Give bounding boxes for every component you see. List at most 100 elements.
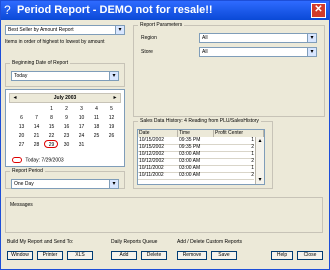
sales-history-table[interactable]: Date Time Profit Center 10/15/2002 09:35 … <box>137 129 265 185</box>
region-label: Region <box>141 35 157 41</box>
chevron-down-icon: ▾ <box>307 34 316 42</box>
cell-time: 03:00 AM <box>179 165 201 171</box>
calendar-day[interactable]: 9 <box>59 115 74 122</box>
messages-panel: Messages <box>5 197 323 233</box>
cell-date: 10/11/2002 <box>139 165 164 171</box>
calendar-day[interactable]: 14 <box>29 124 44 131</box>
cell-time: 09:35 PM <box>179 144 201 150</box>
calendar-day[interactable]: 3 <box>74 106 89 113</box>
daily-queue-label: Daily Reports Queue <box>111 239 158 245</box>
sales-history-label: Sales Data History: 4 Reading from PLU/S… <box>138 118 261 124</box>
table-scrollbar[interactable]: ▴ ▾ <box>255 137 264 184</box>
app-icon: ? <box>4 3 11 17</box>
title-bar[interactable]: ? Period Report - DEMO not for resale!! … <box>1 1 329 20</box>
build-send-label: Build My Report and Send To: <box>7 239 74 245</box>
col-profit-center[interactable]: Profit Center <box>214 130 264 137</box>
calendar-day[interactable]: 15 <box>44 124 59 131</box>
calendar-day <box>89 142 104 149</box>
calendar-day[interactable]: 21 <box>29 133 44 140</box>
xls-button[interactable]: XLS <box>67 251 93 260</box>
calendar-header: ◂ July 2003 ▸ <box>9 93 121 103</box>
cell-profit-center: 2 <box>251 172 254 178</box>
store-label: Store <box>141 49 153 55</box>
calendar-grid: 1 2 3 4 5 6 7 8 9 10 11 12 13 14 15 16 17 18 19 20 21 22 23 24 2… <box>14 106 119 158</box>
scroll-up-icon[interactable]: ▴ <box>256 137 264 145</box>
store-select[interactable]: All ▾ <box>199 47 317 57</box>
calendar-day[interactable]: 6 <box>14 115 29 122</box>
calendar-day[interactable]: 28 <box>29 142 44 149</box>
beginning-date-select[interactable]: Today ▾ <box>11 71 119 81</box>
cell-time: 03:00 AM <box>179 172 201 178</box>
calendar-day[interactable]: 31 <box>74 142 89 149</box>
calendar-day <box>14 106 29 113</box>
next-month-icon[interactable]: ▸ <box>111 94 119 102</box>
beginning-date-value: Today <box>14 73 28 79</box>
region-select[interactable]: All ▾ <box>199 33 317 43</box>
calendar-day[interactable]: 4 <box>89 106 104 113</box>
messages-label: Messages <box>10 202 33 208</box>
scroll-down-icon[interactable]: ▾ <box>256 176 264 184</box>
calendar-day[interactable]: 30 <box>59 142 74 149</box>
chevron-down-icon: ▾ <box>109 72 118 80</box>
calendar-month: July 2003 <box>53 95 77 101</box>
calendar-day[interactable]: 16 <box>59 124 74 131</box>
today-circle <box>44 140 58 148</box>
calendar-day[interactable]: 26 <box>104 133 119 140</box>
calendar-day[interactable]: 2 <box>59 106 74 113</box>
cell-date: 10/15/2002 <box>139 137 165 143</box>
cell-profit-center: 1 <box>251 137 254 143</box>
calendar-day <box>29 106 44 113</box>
calendar-day[interactable]: 12 <box>104 115 119 122</box>
calendar-day[interactable]: 27 <box>14 142 29 149</box>
cell-date: 10/12/2002 <box>139 151 165 157</box>
calendar-day[interactable]: 8 <box>44 115 59 122</box>
close-window-button[interactable]: ✕ <box>311 3 326 18</box>
remove-button[interactable]: Remove <box>177 251 207 260</box>
cell-time: 03:00 AM <box>179 151 201 157</box>
window-title: Period Report - DEMO not for resale!! <box>17 4 213 16</box>
help-button[interactable]: Help <box>271 251 293 260</box>
close-button[interactable]: Close <box>297 251 323 260</box>
col-time[interactable]: Time <box>178 130 214 137</box>
report-type-value: Best Seller by Amount Report <box>8 27 74 33</box>
calendar-day[interactable]: 25 <box>89 133 104 140</box>
calendar-day[interactable]: 18 <box>89 124 104 131</box>
report-parameters-label: Report Parameters <box>138 22 185 28</box>
calendar-day[interactable]: 23 <box>59 133 74 140</box>
calendar-day[interactable]: 5 <box>104 106 119 113</box>
calendar-day[interactable]: 20 <box>14 133 29 140</box>
cell-date: 10/11/2002 <box>139 172 164 178</box>
save-button[interactable]: Save <box>211 251 237 260</box>
cell-date: 10/12/2002 <box>139 158 165 164</box>
calendar-day[interactable]: 11 <box>89 115 104 122</box>
row-divider <box>138 179 254 180</box>
cell-date: 10/15/2002 <box>139 144 165 150</box>
calendar-day[interactable]: 24 <box>74 133 89 140</box>
delete-button[interactable]: Delete <box>141 251 167 260</box>
cell-profit-center: 2 <box>251 158 254 164</box>
today-row[interactable]: Today: 7/29/2003 <box>12 156 64 163</box>
report-type-select[interactable]: Best Seller by Amount Report ▾ <box>5 25 125 35</box>
calendar-day[interactable]: 10 <box>74 115 89 122</box>
add-button[interactable]: Add <box>111 251 137 260</box>
window-button[interactable]: Window <box>7 251 33 260</box>
report-period-value: One Day <box>14 181 34 187</box>
calendar-day[interactable]: 7 <box>29 115 44 122</box>
report-period-select[interactable]: One Day ▾ <box>11 179 119 189</box>
cell-profit-center: 1 <box>251 151 254 157</box>
printer-button[interactable]: Printer <box>37 251 63 260</box>
calendar-day[interactable]: 1 <box>44 106 59 113</box>
beginning-date-label: Beginning Date of Report <box>10 60 71 66</box>
today-badge-icon <box>12 156 22 163</box>
calendar[interactable]: ◂ July 2003 ▸ 1 2 3 4 5 6 7 8 9 10 11 12 13 14 15 16 17 1… <box>5 89 125 167</box>
calendar-day[interactable]: 19 <box>104 124 119 131</box>
calendar-day[interactable]: 22 <box>44 133 59 140</box>
calendar-day[interactable]: 13 <box>14 124 29 131</box>
chevron-down-icon: ▾ <box>115 26 124 34</box>
report-period-label: Report Period <box>10 168 45 174</box>
calendar-day <box>104 142 119 149</box>
chevron-down-icon: ▾ <box>109 180 118 188</box>
col-date[interactable]: Date <box>138 130 178 137</box>
calendar-day[interactable]: 17 <box>74 124 89 131</box>
cell-time: 09:35 PM <box>179 137 201 143</box>
